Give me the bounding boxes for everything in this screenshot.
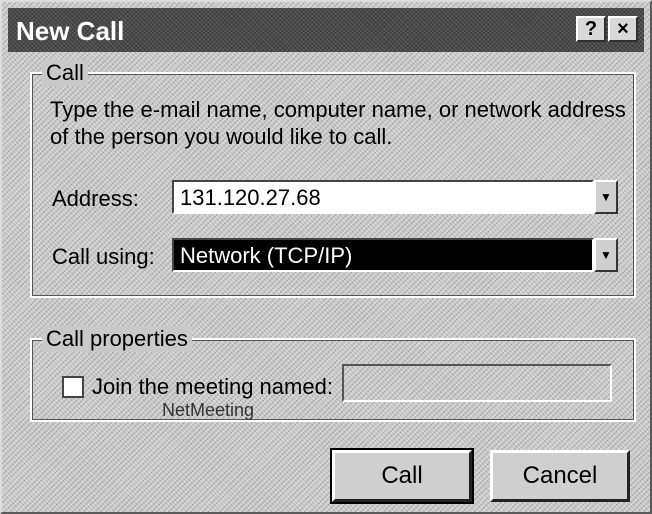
call-using-label: Call using: [52,244,155,269]
title-bar: New Call ? × [8,8,644,52]
help-button[interactable]: ? [576,16,606,42]
call-group: Call Type the e-mail name, computer name… [30,60,636,298]
join-meeting-checkbox[interactable] [62,376,84,398]
close-button[interactable]: × [608,16,638,42]
new-call-dialog: New Call ? × Call Type the e-mail name, … [0,0,652,514]
join-meeting-label: Join the meeting named: [92,374,333,399]
chevron-down-icon: ▼ [600,190,612,204]
call-group-legend: Call [42,60,88,86]
address-label: Address: [52,186,139,211]
help-icon: ? [584,17,598,40]
call-using-select[interactable]: Network (TCP/IP) [172,238,594,272]
call-using-dropdown-button[interactable]: ▼ [594,238,618,272]
call-properties-group: Call properties Join the meeting named: … [30,326,636,422]
call-properties-legend: Call properties [42,326,192,352]
join-meeting-sublabel: NetMeeting [162,400,255,420]
call-button[interactable]: Call [330,448,474,504]
close-icon: × [617,17,629,40]
dialog-title: New Call [16,16,125,46]
chevron-down-icon: ▼ [600,248,612,262]
address-dropdown-button[interactable]: ▼ [594,180,618,214]
meeting-name-input[interactable] [342,364,612,402]
address-input[interactable]: 131.120.27.68 [172,180,594,214]
cancel-button[interactable]: Cancel [490,450,630,502]
call-description: Type the e-mail name, computer name, or … [50,97,626,149]
